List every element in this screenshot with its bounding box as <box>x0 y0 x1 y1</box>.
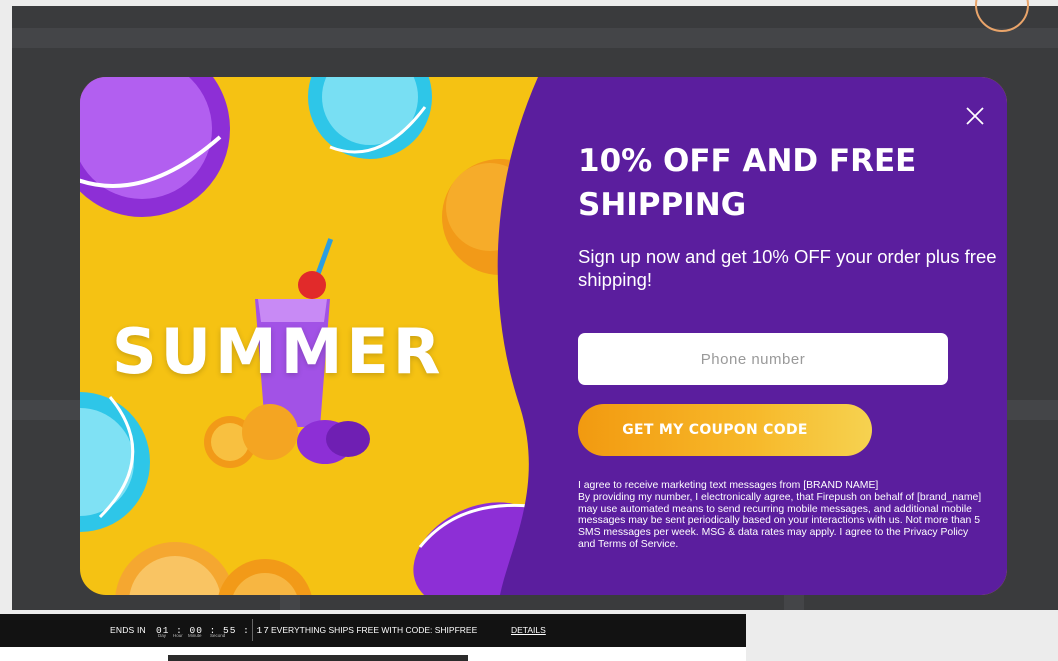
signup-popup: SUMMER 10% OFF AND FREE SHIPPING Sign up… <box>80 77 1007 595</box>
offer-subtext: Sign up now and get 10% OFF your order p… <box>578 246 997 290</box>
consent-line: I agree to receive marketing text messag… <box>578 480 879 491</box>
page-content-strip <box>0 647 746 661</box>
backdrop-band <box>12 28 1058 48</box>
promo-bar: ENDS IN 01 : 00 : 55 : 17 Day Hour Minut… <box>0 614 746 647</box>
close-icon <box>966 107 984 125</box>
unit-minute: Minute <box>188 633 202 638</box>
offer-headline: 10% OFF AND FREE SHIPPING <box>578 143 917 223</box>
offer-panel: 10% OFF AND FREE SHIPPING Sign up now an… <box>80 77 1007 595</box>
details-link[interactable]: DETAILS <box>511 625 546 635</box>
unit-second: Second <box>210 633 226 638</box>
close-button[interactable] <box>962 103 988 129</box>
unit-hour: Hour <box>173 633 183 638</box>
consent-body: By providing my number, I electronically… <box>578 491 982 550</box>
page-nav-block <box>168 655 468 661</box>
unit-day: Day <box>158 633 167 638</box>
phone-number-input[interactable] <box>578 333 948 385</box>
bar-divider <box>252 619 253 641</box>
ends-in-label: ENDS IN <box>110 625 146 635</box>
consent-text: I agree to receive marketing text messag… <box>578 480 988 551</box>
free-shipping-text: EVERYTHING SHIPS FREE WITH CODE: SHIPFRE… <box>271 625 478 635</box>
get-coupon-button[interactable]: GET MY COUPON CODE <box>578 404 872 456</box>
